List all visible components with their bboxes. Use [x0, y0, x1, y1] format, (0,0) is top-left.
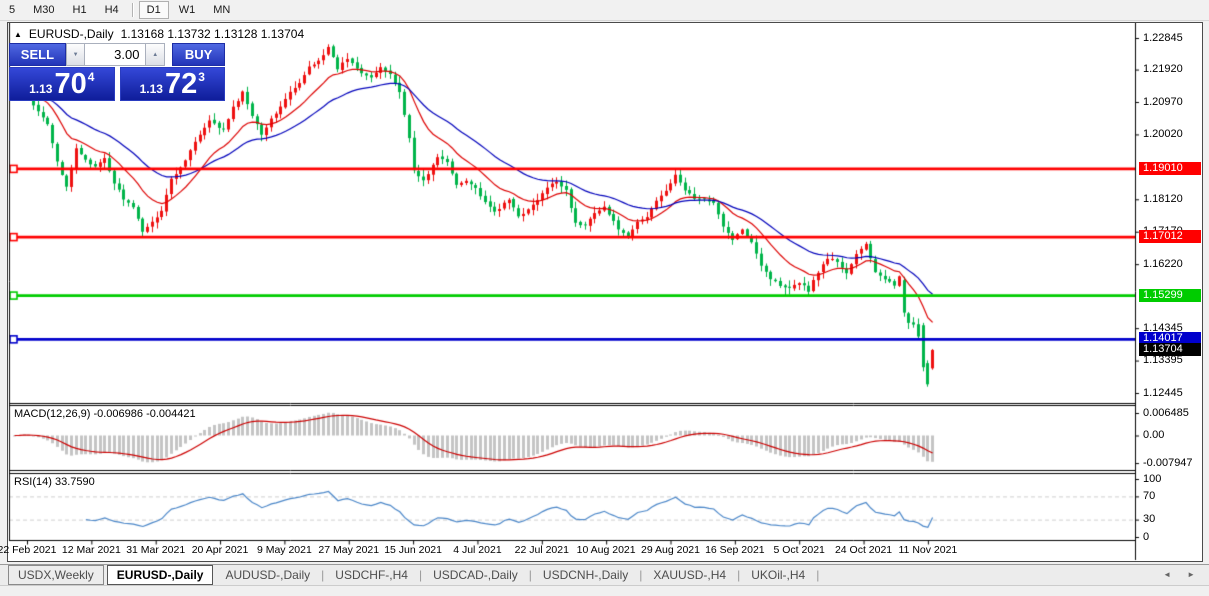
timeframe-button-5[interactable]: 5: [1, 1, 23, 19]
buy-button[interactable]: BUY: [172, 43, 225, 66]
symbol-tab-strip: USDX,WeeklyEURUSD-,DailyAUDUSD-,Daily|US…: [0, 564, 1209, 585]
timeframe-button-h1[interactable]: H1: [65, 1, 95, 19]
tab-divider: |: [319, 568, 326, 582]
buy-price-box[interactable]: 1.13 72 3: [120, 67, 226, 101]
symbol-tab-usdchf[interactable]: USDCHF-,H4: [326, 566, 417, 584]
symbol-tab-audusd[interactable]: AUDUSD-,Daily: [216, 566, 319, 584]
buy-price-prefix: 1.13: [140, 82, 163, 96]
tab-scroll-right-icon[interactable]: ►: [1187, 570, 1195, 579]
chart-ohlc-values: 1.13168 1.13732 1.13128 1.13704: [121, 27, 305, 41]
symbol-tab-usdcnh[interactable]: USDCNH-,Daily: [534, 566, 637, 584]
volume-input[interactable]: [85, 43, 145, 66]
timeframe-button-w1[interactable]: W1: [171, 1, 204, 19]
symbol-tab-eurusd[interactable]: EURUSD-,Daily: [107, 565, 214, 585]
timeframe-button-d1[interactable]: D1: [139, 1, 169, 19]
rsi-indicator-label: RSI(14) 33.7590: [14, 476, 95, 488]
tab-divider: |: [735, 568, 742, 582]
timeframe-button-m30[interactable]: M30: [25, 1, 62, 19]
symbol-tab-usdx[interactable]: USDX,Weekly: [8, 565, 104, 585]
tab-divider: |: [637, 568, 644, 582]
sell-price-big: 70: [54, 70, 86, 99]
tab-divider: |: [417, 568, 424, 582]
buy-price-big: 72: [165, 70, 197, 99]
symbol-tab-xauusd[interactable]: XAUUSD-,H4: [644, 566, 735, 584]
sell-button[interactable]: SELL: [9, 43, 66, 66]
symbol-tab-ukoil[interactable]: UKOil-,H4: [742, 566, 814, 584]
timeframe-button-mn[interactable]: MN: [205, 1, 238, 19]
sell-price-pip: 4: [88, 70, 95, 84]
chart-title: ▲ EURUSD-,Daily 1.13168 1.13732 1.13128 …: [14, 27, 304, 41]
timeframe-button-h4[interactable]: H4: [97, 1, 127, 19]
symbol-tab-usdcad[interactable]: USDCAD-,Daily: [424, 566, 527, 584]
volume-increase-button[interactable]: ▲: [145, 43, 165, 66]
toolbar-separator: [132, 3, 134, 17]
chart-window: ▲ EURUSD-,Daily 1.13168 1.13732 1.13128 …: [7, 22, 1203, 562]
macd-indicator-label: MACD(12,26,9) -0.006986 -0.004421: [14, 408, 196, 420]
price-chart-canvas[interactable]: [8, 23, 1202, 561]
trading-terminal: { "toolbar": { "timeframes": ["5", "M30"…: [0, 0, 1209, 596]
window-collapse-icon[interactable]: ▲: [14, 30, 22, 39]
volume-decrease-button[interactable]: ▼: [66, 43, 86, 66]
tab-divider: |: [527, 568, 534, 582]
tab-divider: |: [814, 568, 821, 582]
sell-price-prefix: 1.13: [29, 82, 52, 96]
buy-price-pip: 3: [198, 70, 205, 84]
timeframe-toolbar: 5M30H1H4 D1W1MN: [0, 0, 1209, 21]
tab-scroll-arrows: ◄ ►: [1163, 570, 1195, 579]
one-click-trade-panel: SELL ▼ ▲ BUY 1.13 70 4 1.13 72 3: [9, 43, 225, 101]
sell-price-box[interactable]: 1.13 70 4: [9, 67, 115, 101]
status-strip: [0, 585, 1209, 596]
tab-scroll-left-icon[interactable]: ◄: [1163, 570, 1171, 579]
chart-symbol-label: EURUSD-,Daily: [29, 27, 114, 41]
